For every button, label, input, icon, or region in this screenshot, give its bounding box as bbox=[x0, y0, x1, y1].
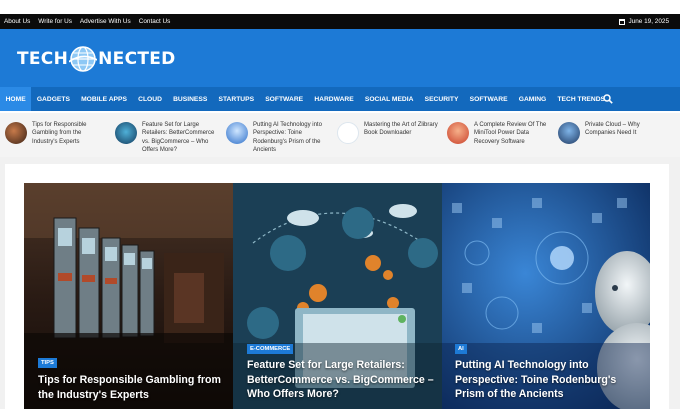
ticker-thumbnail[interactable] bbox=[337, 122, 359, 144]
nav-item-gadgets[interactable]: GADGETS bbox=[31, 87, 75, 111]
card-title[interactable]: Putting AI Technology into Perspective: T… bbox=[455, 358, 645, 402]
nav-item-mobile-apps[interactable]: MOBILE APPS bbox=[76, 87, 133, 111]
nav-item-social-media[interactable]: SOCIAL MEDIA bbox=[359, 87, 419, 111]
ticker-title[interactable]: A Complete Review Of The MiniTool Power D… bbox=[474, 121, 546, 146]
logo-text-left: TECH bbox=[17, 49, 69, 69]
featured-card[interactable]: AI Putting AI Technology into Perspective… bbox=[442, 183, 650, 409]
ticker-thumbnail[interactable] bbox=[447, 122, 469, 144]
search-icon[interactable] bbox=[603, 94, 613, 104]
top-bar: About Us Write for Us Advertise With Us … bbox=[0, 14, 680, 29]
globe-icon bbox=[69, 46, 98, 72]
ticker-item[interactable]: Tips for Responsible Gambling from the Ind… bbox=[5, 121, 86, 146]
site-logo[interactable]: TECH NECTED bbox=[17, 44, 176, 74]
category-badge[interactable]: E-COMMERCE bbox=[247, 344, 294, 354]
top-date: June 19, 2025 bbox=[619, 14, 669, 29]
nav-item-gaming[interactable]: GAMING bbox=[513, 87, 552, 111]
top-link-advertise[interactable]: Advertise With Us bbox=[80, 18, 131, 25]
card-title[interactable]: Feature Set for Large Retailers: BetterCo… bbox=[247, 358, 437, 402]
ticker-item[interactable]: Feature Set for Large Retailers: BetterCo… bbox=[115, 121, 214, 155]
top-links: About Us Write for Us Advertise With Us … bbox=[4, 14, 178, 29]
top-link-about[interactable]: About Us bbox=[4, 18, 30, 25]
post-ticker: Tips for Responsible Gambling from the Ind… bbox=[0, 113, 680, 157]
ticker-thumbnail[interactable] bbox=[5, 122, 27, 144]
featured-card[interactable]: E-COMMERCE Feature Set for Large Retaile… bbox=[233, 183, 442, 409]
ticker-title[interactable]: Feature Set for Large Retailers: BetterCo… bbox=[142, 121, 214, 155]
ticker-thumbnail[interactable] bbox=[226, 122, 248, 144]
ticker-item[interactable]: Putting AI Technology into Perspective: T… bbox=[226, 121, 322, 155]
card-title[interactable]: Tips for Responsible Gambling from the In… bbox=[38, 373, 228, 402]
nav-item-software-2[interactable]: SOFTWARE bbox=[464, 87, 513, 111]
top-link-contact[interactable]: Contact Us bbox=[139, 18, 171, 25]
nav-item-startups[interactable]: STARTUPS bbox=[213, 87, 260, 111]
ticker-thumbnail[interactable] bbox=[558, 122, 580, 144]
category-badge[interactable]: AI bbox=[455, 344, 467, 354]
ticker-thumbnail[interactable] bbox=[115, 122, 137, 144]
logo-text-right: NECTED bbox=[98, 49, 176, 69]
ticker-title[interactable]: Private Cloud – Why Companies Need It bbox=[585, 121, 640, 138]
nav-item-software[interactable]: SOFTWARE bbox=[260, 87, 309, 111]
ticker-title[interactable]: Mastering the Art of Zlibrary Book Downlo… bbox=[364, 121, 438, 138]
featured-card[interactable]: TIPS Tips for Responsible Gambling from t… bbox=[24, 183, 233, 409]
nav-item-cloud[interactable]: CLOUD bbox=[133, 87, 168, 111]
main-nav: HOME GADGETS MOBILE APPS CLOUD BUSINESS … bbox=[0, 87, 680, 111]
nav-item-home[interactable]: HOME bbox=[0, 87, 32, 111]
ticker-title[interactable]: Tips for Responsible Gambling from the Ind… bbox=[32, 121, 86, 146]
ticker-item[interactable]: A Complete Review Of The MiniTool Power D… bbox=[447, 121, 546, 146]
category-badge[interactable]: TIPS bbox=[38, 358, 57, 368]
date-text: June 19, 2025 bbox=[628, 18, 669, 25]
ticker-item[interactable]: Mastering the Art of Zlibrary Book Downlo… bbox=[337, 121, 438, 144]
nav-item-hardware[interactable]: HARDWARE bbox=[309, 87, 360, 111]
top-link-write[interactable]: Write for Us bbox=[38, 18, 72, 25]
nav-item-security[interactable]: SECURITY bbox=[419, 87, 464, 111]
ticker-title[interactable]: Putting AI Technology into Perspective: T… bbox=[253, 121, 322, 155]
nav-item-business[interactable]: BUSINESS bbox=[168, 87, 213, 111]
nav-item-tech-trends[interactable]: TECH TRENDS bbox=[552, 87, 611, 111]
calendar-icon bbox=[619, 18, 626, 25]
ticker-item[interactable]: Private Cloud – Why Companies Need It bbox=[558, 121, 640, 144]
